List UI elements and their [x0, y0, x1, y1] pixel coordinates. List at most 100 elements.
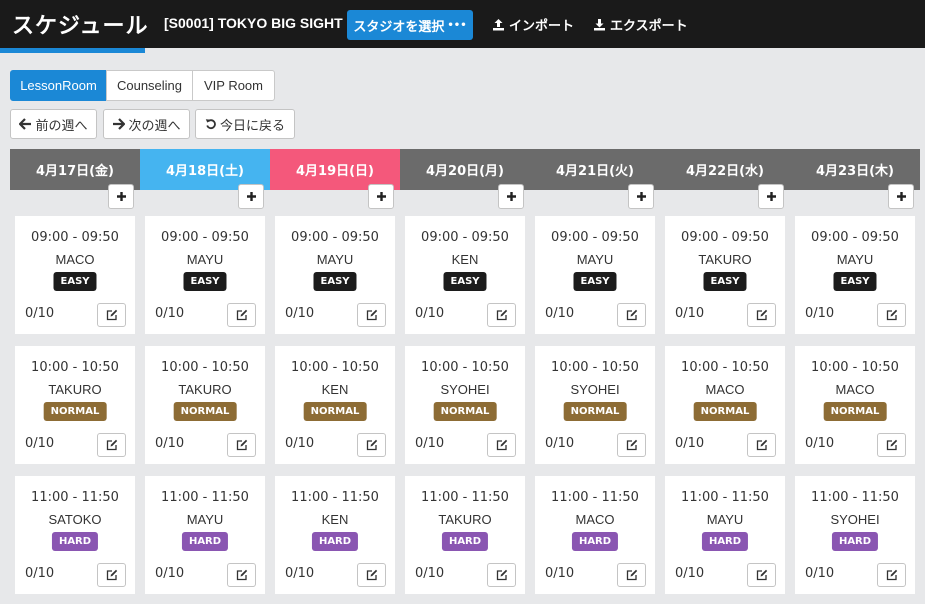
edit-lesson-button[interactable]	[877, 563, 906, 587]
lesson-card[interactable]: 10:00 - 10:50 SYOHEI NORMAL 0/10	[535, 346, 655, 464]
edit-lesson-button[interactable]	[617, 303, 646, 327]
ellipsis-icon: •••	[447, 19, 467, 31]
edit-lesson-button[interactable]	[487, 303, 516, 327]
instructor-name: KEN	[451, 252, 479, 267]
edit-lesson-button[interactable]	[747, 303, 776, 327]
select-studio-button[interactable]: スタジオを選択 •••	[347, 10, 473, 40]
edit-lesson-button[interactable]	[617, 563, 646, 587]
edit-icon	[366, 439, 377, 451]
plus-icon	[246, 192, 256, 201]
edit-lesson-button[interactable]	[227, 303, 256, 327]
lesson-card[interactable]: 09:00 - 09:50 TAKURO EASY 0/10	[665, 216, 785, 334]
arrow-left-icon	[19, 118, 32, 130]
edit-lesson-button[interactable]	[357, 433, 386, 457]
edit-lesson-button[interactable]	[97, 303, 126, 327]
level-badge: NORMAL	[173, 402, 237, 421]
tab-lessonroom[interactable]: LessonRoom	[10, 70, 107, 101]
lesson-card[interactable]: 10:00 - 10:50 SYOHEI NORMAL 0/10	[405, 346, 525, 464]
instructor-name: KEN	[321, 512, 349, 527]
lesson-time: 10:00 - 10:50	[291, 360, 379, 375]
lesson-card[interactable]: 11:00 - 11:50 KEN HARD 0/10	[275, 476, 395, 594]
edit-lesson-button[interactable]	[617, 433, 646, 457]
edit-lesson-button[interactable]	[97, 563, 126, 587]
instructor-name: MAYU	[706, 512, 744, 527]
capacity-count: 0/10	[415, 306, 445, 321]
instructor-name: MACO	[55, 252, 95, 267]
lesson-card[interactable]: 10:00 - 10:50 MACO NORMAL 0/10	[665, 346, 785, 464]
add-lesson-button[interactable]	[758, 184, 784, 209]
lesson-card[interactable]: 11:00 - 11:50 SATOKO HARD 0/10	[15, 476, 135, 594]
today-button[interactable]: 今日に戻る	[195, 109, 295, 139]
edit-lesson-button[interactable]	[747, 563, 776, 587]
lesson-card[interactable]: 09:00 - 09:50 MAYU EASY 0/10	[275, 216, 395, 334]
lesson-card[interactable]: 09:00 - 09:50 MAYU EASY 0/10	[535, 216, 655, 334]
add-lesson-button[interactable]	[498, 184, 524, 209]
level-badge: HARD	[311, 532, 359, 551]
lesson-time: 11:00 - 11:50	[681, 490, 769, 505]
edit-lesson-button[interactable]	[357, 563, 386, 587]
edit-lesson-button[interactable]	[747, 433, 776, 457]
tab-vip-room[interactable]: VIP Room	[192, 70, 275, 101]
edit-lesson-button[interactable]	[97, 433, 126, 457]
export-link[interactable]: エクスポート	[593, 15, 688, 34]
lesson-card[interactable]: 09:00 - 09:50 MAYU EASY 0/10	[795, 216, 915, 334]
instructor-name: MACO	[575, 512, 615, 527]
add-lesson-button[interactable]	[888, 184, 914, 209]
lesson-card[interactable]: 09:00 - 09:50 MACO EASY 0/10	[15, 216, 135, 334]
lesson-card[interactable]: 11:00 - 11:50 TAKURO HARD 0/10	[405, 476, 525, 594]
lesson-card[interactable]: 10:00 - 10:50 TAKURO NORMAL 0/10	[145, 346, 265, 464]
edit-lesson-button[interactable]	[227, 563, 256, 587]
tab-counseling[interactable]: Counseling	[106, 70, 193, 101]
import-link[interactable]: インポート	[492, 15, 574, 34]
edit-icon	[106, 309, 117, 321]
capacity-count: 0/10	[415, 436, 445, 451]
edit-lesson-button[interactable]	[227, 433, 256, 457]
instructor-name: MAYU	[186, 512, 224, 527]
lesson-card[interactable]: 11:00 - 11:50 SYOHEI HARD 0/10	[795, 476, 915, 594]
capacity-count: 0/10	[25, 566, 55, 581]
add-lesson-button[interactable]	[368, 184, 394, 209]
prev-week-button[interactable]: 前の週へ	[10, 109, 97, 139]
instructor-name: TAKURO	[178, 382, 232, 397]
instructor-name: SYOHEI	[570, 382, 620, 397]
next-week-button[interactable]: 次の週へ	[103, 109, 190, 139]
level-badge: EASY	[573, 272, 617, 291]
lesson-card[interactable]: 11:00 - 11:50 MAYU HARD 0/10	[145, 476, 265, 594]
edit-icon	[236, 569, 247, 581]
import-label: インポート	[509, 19, 575, 34]
edit-icon	[756, 309, 767, 321]
level-badge: HARD	[51, 532, 99, 551]
level-badge: HARD	[441, 532, 489, 551]
add-lesson-button[interactable]	[628, 184, 654, 209]
plus-icon	[506, 192, 516, 201]
lesson-card[interactable]: 10:00 - 10:50 KEN NORMAL 0/10	[275, 346, 395, 464]
lesson-time: 09:00 - 09:50	[421, 230, 509, 245]
lesson-card[interactable]: 11:00 - 11:50 MAYU HARD 0/10	[665, 476, 785, 594]
add-lesson-button[interactable]	[108, 184, 134, 209]
edit-lesson-button[interactable]	[357, 303, 386, 327]
lesson-card[interactable]: 10:00 - 10:50 MACO NORMAL 0/10	[795, 346, 915, 464]
edit-lesson-button[interactable]	[877, 303, 906, 327]
edit-lesson-button[interactable]	[877, 433, 906, 457]
capacity-count: 0/10	[805, 306, 835, 321]
lesson-time: 10:00 - 10:50	[551, 360, 639, 375]
level-badge: EASY	[183, 272, 227, 291]
lesson-time: 10:00 - 10:50	[811, 360, 899, 375]
level-badge: NORMAL	[563, 402, 627, 421]
lesson-card[interactable]: 09:00 - 09:50 KEN EASY 0/10	[405, 216, 525, 334]
edit-icon	[106, 439, 117, 451]
select-studio-label: スタジオを選択	[353, 19, 445, 35]
instructor-name: SYOHEI	[830, 512, 880, 527]
prev-week-label: 前の週へ	[35, 117, 88, 133]
level-badge: EASY	[313, 272, 357, 291]
edit-lesson-button[interactable]	[487, 433, 516, 457]
lesson-card[interactable]: 09:00 - 09:50 MAYU EASY 0/10	[145, 216, 265, 334]
add-lesson-button[interactable]	[238, 184, 264, 209]
edit-lesson-button[interactable]	[487, 563, 516, 587]
edit-icon	[626, 309, 637, 321]
capacity-count: 0/10	[25, 306, 55, 321]
lesson-time: 09:00 - 09:50	[161, 230, 249, 245]
lesson-card[interactable]: 10:00 - 10:50 TAKURO NORMAL 0/10	[15, 346, 135, 464]
lesson-card[interactable]: 11:00 - 11:50 MACO HARD 0/10	[535, 476, 655, 594]
lesson-time: 11:00 - 11:50	[551, 490, 639, 505]
